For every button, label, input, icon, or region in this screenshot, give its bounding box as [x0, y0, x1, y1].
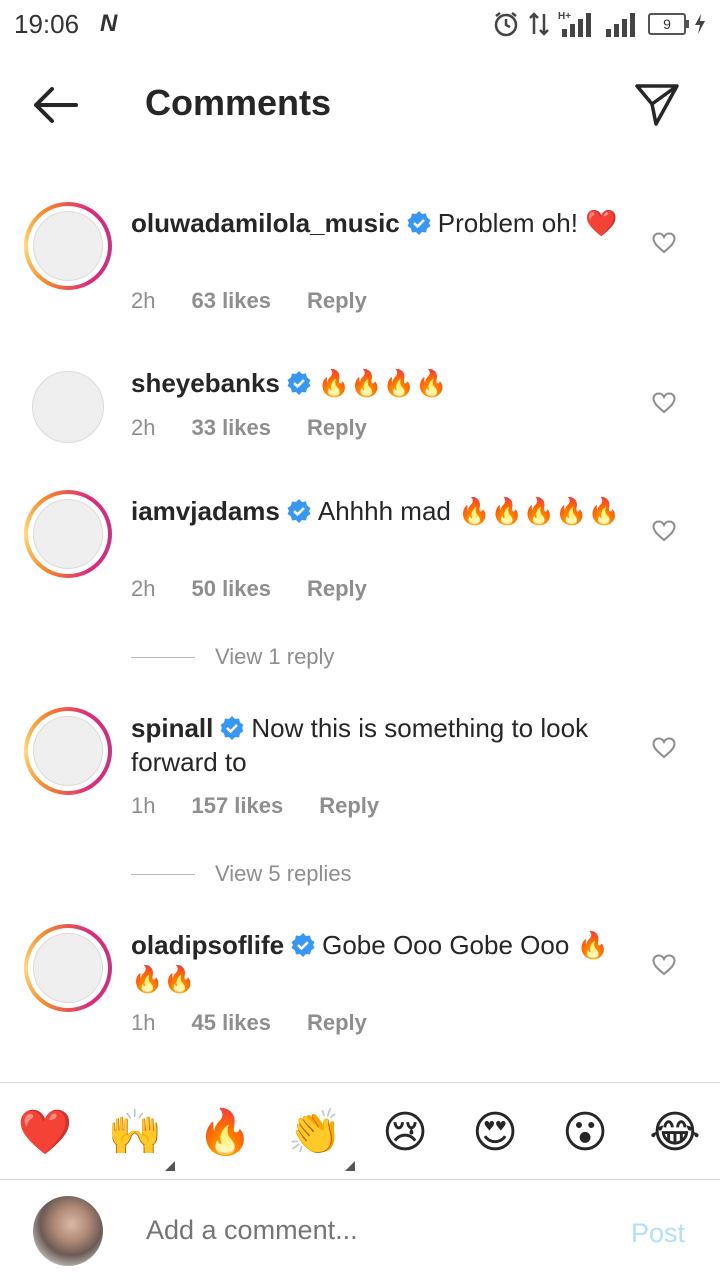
post-button[interactable]: Post	[631, 1218, 685, 1249]
like-heart-icon[interactable]	[652, 954, 676, 976]
comment-body: Problem oh! ❤️	[437, 208, 618, 238]
verified-badge-icon	[291, 933, 315, 957]
skin-tone-indicator-icon	[165, 1161, 175, 1171]
current-user-avatar	[33, 1196, 103, 1266]
username[interactable]: spinall	[131, 713, 213, 743]
like-heart-icon[interactable]	[652, 520, 676, 542]
comment-text: sheyebanks 🔥🔥🔥🔥	[131, 366, 631, 400]
comment-time: 1h	[131, 793, 156, 818]
view-replies-link[interactable]: View 5 replies	[131, 859, 531, 889]
raised-hands-emoji: 🙌	[107, 1108, 163, 1157]
send-icon[interactable]	[634, 82, 680, 128]
comment-input[interactable]	[144, 1214, 502, 1247]
comment-meta: 1h 45 likes Reply	[131, 1010, 403, 1036]
comment-text: oluwadamilola_music Problem oh! ❤️	[131, 206, 631, 240]
emoji-raised-hands-button[interactable]: 🙌	[107, 1105, 175, 1171]
clap-emoji: 👏	[287, 1108, 343, 1157]
username[interactable]: oluwadamilola_music	[131, 208, 400, 238]
data-transfer-icon	[529, 12, 549, 36]
verified-badge-icon	[287, 499, 311, 523]
like-heart-icon[interactable]	[652, 392, 676, 414]
like-count[interactable]: 157 likes	[191, 793, 283, 818]
page-title: Comments	[145, 82, 332, 123]
reply-button[interactable]: Reply	[319, 793, 379, 818]
avatar[interactable]	[24, 924, 112, 1012]
view-replies-label[interactable]: View 5 replies	[215, 861, 352, 887]
avatar[interactable]	[32, 371, 104, 443]
add-comment-bar: Post	[0, 1180, 720, 1280]
emoji-crying-button[interactable]: 😢	[377, 1105, 433, 1161]
comment-body: Ahhhh mad 🔥🔥🔥🔥🔥	[317, 496, 620, 526]
carrier-logo: N	[100, 10, 118, 37]
emoji-heart-button[interactable]: ❤️	[17, 1105, 73, 1161]
divider	[131, 873, 195, 875]
comment-time: 2h	[131, 415, 156, 440]
verified-badge-icon	[220, 716, 244, 740]
username[interactable]: sheyebanks	[131, 368, 280, 398]
comment-meta: 2h 33 likes Reply	[131, 415, 403, 441]
battery-icon: 9	[648, 13, 689, 35]
avatar[interactable]	[24, 707, 112, 795]
comment-text: iamvjadams Ahhhh mad 🔥🔥🔥🔥🔥	[131, 494, 631, 528]
emoji-laughing-button[interactable]: 😂	[647, 1105, 703, 1161]
like-count[interactable]: 50 likes	[191, 576, 271, 601]
network-type-label: H+	[558, 11, 571, 22]
reply-button[interactable]: Reply	[307, 1010, 367, 1035]
status-time: 19:06	[14, 9, 80, 39]
like-count[interactable]: 33 likes	[191, 415, 271, 440]
reply-button[interactable]: Reply	[307, 576, 367, 601]
verified-badge-icon	[287, 371, 311, 395]
comment-time: 2h	[131, 288, 156, 313]
comment-text: spinall Now this is something to look for…	[131, 711, 631, 779]
skin-tone-indicator-icon	[345, 1161, 355, 1171]
header: Comments	[0, 60, 720, 150]
emoji-reaction-bar: ❤️ 🙌 🔥 👏 😢 😍 😮 😂	[0, 1082, 720, 1180]
emoji-heart-eyes-button[interactable]: 😍	[467, 1105, 523, 1161]
username[interactable]: oladipsoflife	[131, 930, 284, 960]
view-replies-link[interactable]: View 1 reply	[131, 642, 531, 672]
status-icons: H+ 9	[492, 8, 706, 40]
emoji-clap-button[interactable]: 👏	[287, 1105, 355, 1171]
divider	[131, 656, 195, 658]
signal-icon	[606, 13, 635, 37]
verified-badge-icon	[407, 211, 431, 235]
status-bar: 19:06 N H+ 9	[0, 0, 720, 50]
avatar[interactable]	[24, 202, 112, 290]
like-heart-icon[interactable]	[652, 737, 676, 759]
reply-button[interactable]: Reply	[307, 288, 367, 313]
back-arrow-icon[interactable]	[30, 82, 80, 128]
reply-button[interactable]: Reply	[307, 415, 367, 440]
charging-icon	[695, 14, 705, 34]
emoji-surprised-button[interactable]: 😮	[557, 1105, 613, 1161]
signal-hplus-icon: H+	[558, 11, 591, 37]
like-count[interactable]: 63 likes	[191, 288, 271, 313]
alarm-icon	[494, 12, 518, 37]
like-count[interactable]: 45 likes	[191, 1010, 271, 1035]
comment-time: 1h	[131, 1010, 156, 1035]
view-replies-label[interactable]: View 1 reply	[215, 644, 334, 670]
comment-meta: 1h 157 likes Reply	[131, 793, 415, 819]
like-heart-icon[interactable]	[652, 232, 676, 254]
username[interactable]: iamvjadams	[131, 496, 280, 526]
comment-time: 2h	[131, 576, 156, 601]
avatar[interactable]	[24, 490, 112, 578]
battery-level: 9	[663, 16, 671, 32]
comment-meta: 2h 50 likes Reply	[131, 576, 403, 602]
comment-text: oladipsoflife Gobe Ooo Gobe Ooo 🔥🔥🔥	[131, 928, 631, 996]
comment-meta: 2h 63 likes Reply	[131, 288, 403, 314]
comment-body: 🔥🔥🔥🔥	[317, 368, 448, 398]
emoji-fire-button[interactable]: 🔥	[197, 1105, 253, 1161]
